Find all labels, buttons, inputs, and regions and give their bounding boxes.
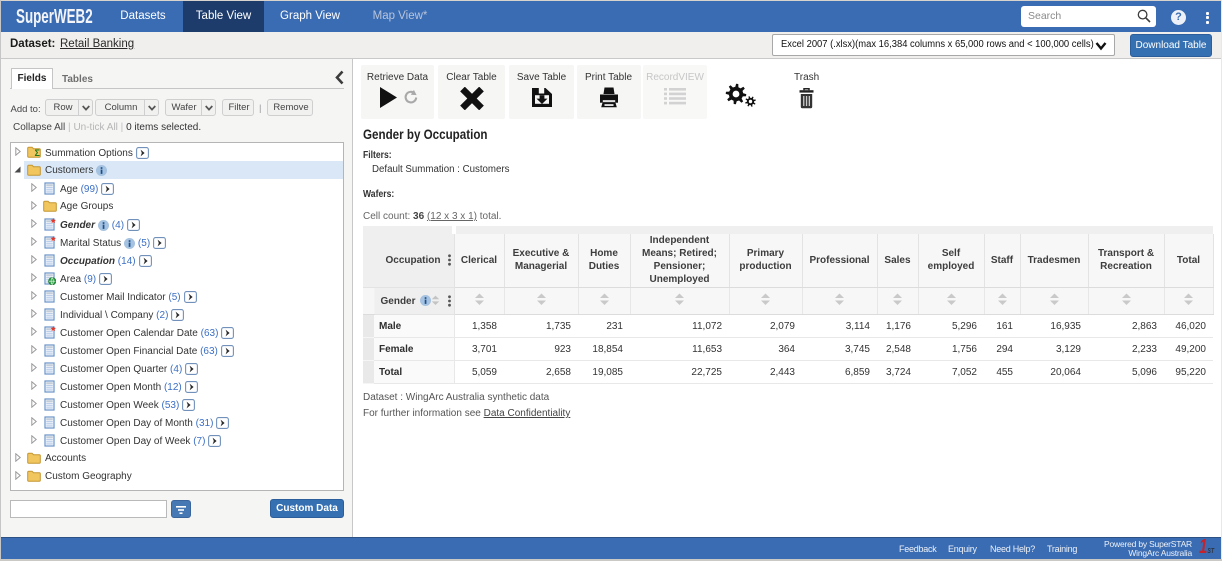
svg-text:Σ: Σ [34,148,40,158]
